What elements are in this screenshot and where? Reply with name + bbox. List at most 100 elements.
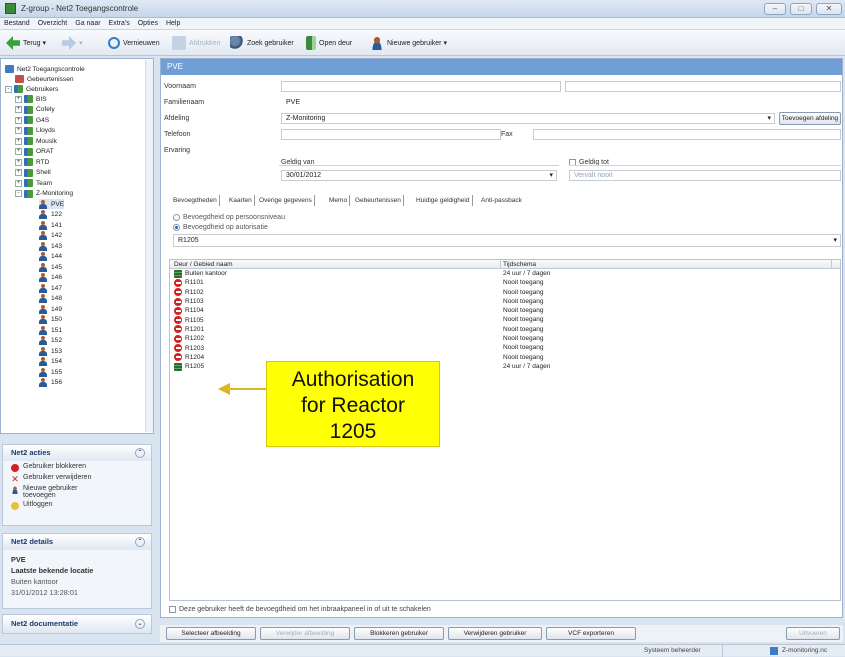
print-button[interactable]: Afdrukken (172, 36, 221, 50)
apply-button[interactable]: Uitvoeren (786, 627, 840, 640)
tab-permissions[interactable]: Bevoegdheden (171, 195, 220, 206)
expand-icon[interactable]: + (15, 158, 22, 166)
block-user-action[interactable]: Gebruiker blokkeren (11, 463, 151, 472)
open-door-button[interactable]: Open deur (306, 36, 352, 50)
expand-icon[interactable]: + (15, 95, 22, 103)
tree-group[interactable]: + Shell (15, 168, 51, 178)
expand-icon[interactable]: + (15, 116, 22, 124)
close-button[interactable]: ✕ (816, 3, 842, 15)
authorisation-select[interactable]: R1205 ▾ (173, 234, 841, 247)
delete-user-button[interactable]: Verwijderen gebruiker (448, 627, 542, 640)
radio-by-authorisation[interactable] (173, 224, 180, 231)
tree-member[interactable]: 141 (39, 220, 62, 230)
tree-member[interactable]: 155 (39, 367, 62, 377)
tree-member[interactable]: 154 (39, 357, 62, 367)
forward-button[interactable]: ▾ (62, 36, 83, 50)
tree-member[interactable]: 151 (39, 325, 62, 335)
menu-extras[interactable]: Extra's (105, 18, 134, 30)
tree-group[interactable]: + ORAT (15, 147, 54, 157)
maximize-button[interactable]: □ (790, 3, 812, 15)
column-door-name[interactable]: Deur / Gebied naam (170, 260, 501, 268)
tree-group[interactable]: + Cofely (15, 105, 55, 115)
add-user-action[interactable]: Nieuwe gebruiker toevoegen (11, 485, 151, 499)
tree-group[interactable]: + Team (15, 178, 52, 188)
tab-cards[interactable]: Kaarten (227, 195, 255, 206)
tree-member[interactable]: 156 (39, 378, 62, 388)
select-image-button[interactable]: Selecteer afbeelding (166, 627, 256, 640)
intrusion-checkbox[interactable] (169, 606, 176, 613)
find-user-button[interactable]: Zoek gebruiker (230, 36, 294, 50)
first-name-field[interactable] (281, 81, 561, 92)
table-row[interactable]: R1101 Nooit toegang (170, 278, 840, 287)
phone-field[interactable] (281, 129, 501, 140)
last-name-field[interactable]: PVE (281, 97, 841, 108)
tree-member[interactable]: 147 (39, 283, 62, 293)
tree-root[interactable]: Net2 Toegangscontrole (5, 64, 85, 74)
tree-member[interactable]: 150 (39, 315, 62, 325)
tree-group[interactable]: + RTD (15, 157, 49, 167)
delete-user-action[interactable]: ✕ Gebruiker verwijderen (11, 474, 151, 484)
table-row[interactable]: Buiten kantoor 24 uur / 7 dagen (170, 269, 840, 278)
expand-chevron-icon[interactable]: ⌄ (135, 619, 145, 629)
expand-icon[interactable]: + (15, 148, 22, 155)
tree-member[interactable]: 153 (39, 346, 62, 356)
collapse-icon[interactable]: - (15, 190, 22, 197)
expand-icon[interactable]: + (15, 127, 22, 134)
new-user-button[interactable]: Nieuwe gebruiker ▾ (370, 36, 447, 50)
tree-member[interactable]: 146 (39, 273, 62, 283)
actions-pane-header[interactable]: Net2 acties ⌃ (3, 445, 151, 461)
tree-group-open[interactable]: - Z-Monitoring (15, 189, 73, 199)
valid-from-date[interactable]: 30/01/2012 ▾ (281, 170, 557, 181)
menu-bestand[interactable]: Bestand (0, 18, 34, 30)
logout-action[interactable]: Uitloggen (11, 501, 151, 510)
collapse-icon[interactable]: - (5, 85, 12, 93)
tree-member[interactable]: 142 (39, 231, 62, 241)
tree-group[interactable]: + G4S (15, 115, 49, 125)
export-vcf-button[interactable]: VCF exporteren (546, 627, 636, 640)
tree-item-events[interactable]: Gebeurtenissen (15, 74, 74, 84)
department-select[interactable]: Z-Monitoring ▾ (281, 113, 775, 124)
tree-item-users[interactable]: - Gebruikers (5, 84, 58, 94)
tree-member[interactable]: 144 (39, 252, 62, 262)
details-pane-header[interactable]: Net2 details ⌃ (3, 534, 151, 550)
radio-individual[interactable] (173, 214, 180, 221)
expand-icon[interactable]: + (15, 137, 22, 145)
tree-member[interactable]: 148 (39, 294, 62, 304)
expand-icon[interactable]: + (15, 179, 22, 187)
valid-to-date[interactable]: Vervalt nooit (569, 170, 841, 181)
collapse-chevron-icon[interactable]: ⌃ (135, 537, 145, 547)
table-row[interactable]: R1203 Nooit toegang (170, 343, 840, 353)
tree-member[interactable]: 149 (39, 304, 62, 314)
table-row[interactable]: R1104 Nooit toegang (170, 306, 840, 315)
menu-opties[interactable]: Opties (134, 18, 162, 30)
tree-group[interactable]: + BIS (15, 94, 47, 104)
collapse-chevron-icon[interactable]: ⌃ (135, 448, 145, 458)
tab-events[interactable]: Gebeurtenissen (353, 195, 404, 206)
tree-group[interactable]: + Mouslk (15, 136, 57, 146)
menu-ga-naar[interactable]: Ga naar (71, 18, 104, 30)
block-user-button[interactable]: Blokkeren gebruiker (354, 627, 444, 640)
tree-scrollbar[interactable] (145, 60, 153, 432)
tree-member[interactable]: 122 (39, 210, 62, 220)
fax-field[interactable] (533, 129, 841, 140)
tab-memo[interactable]: Memo (327, 195, 351, 206)
add-department-button[interactable]: Toevoegen afdeling (779, 112, 841, 125)
tree-member[interactable]: 145 (39, 262, 62, 272)
minimize-button[interactable]: – (764, 3, 786, 15)
refresh-button[interactable]: Vernieuwen (108, 36, 160, 50)
tree-member[interactable]: 143 (39, 241, 62, 251)
docs-pane-header[interactable]: Net2 documentatie ⌄ (3, 615, 151, 633)
tree-member-selected[interactable]: PVE (39, 199, 65, 209)
back-button[interactable]: Terug ▾ (6, 36, 46, 50)
tab-other-data[interactable]: Overige gegevens (257, 195, 315, 206)
table-row[interactable]: R1102 Nooit toegang (170, 288, 840, 297)
middle-name-field[interactable] (565, 81, 841, 92)
tab-current-validity[interactable]: Huidige geldigheid (414, 195, 473, 206)
tab-anti-passback[interactable]: Anti-passback (479, 195, 524, 206)
remove-image-button[interactable]: Verwijder afbeelding (260, 627, 350, 640)
expand-icon[interactable]: + (15, 106, 22, 113)
expand-icon[interactable]: + (15, 169, 22, 176)
tree-group[interactable]: + Lloyds (15, 126, 55, 136)
table-row[interactable]: R1202 Nooit toegang (170, 334, 840, 343)
column-schedule[interactable]: Tijdschema (501, 260, 832, 268)
